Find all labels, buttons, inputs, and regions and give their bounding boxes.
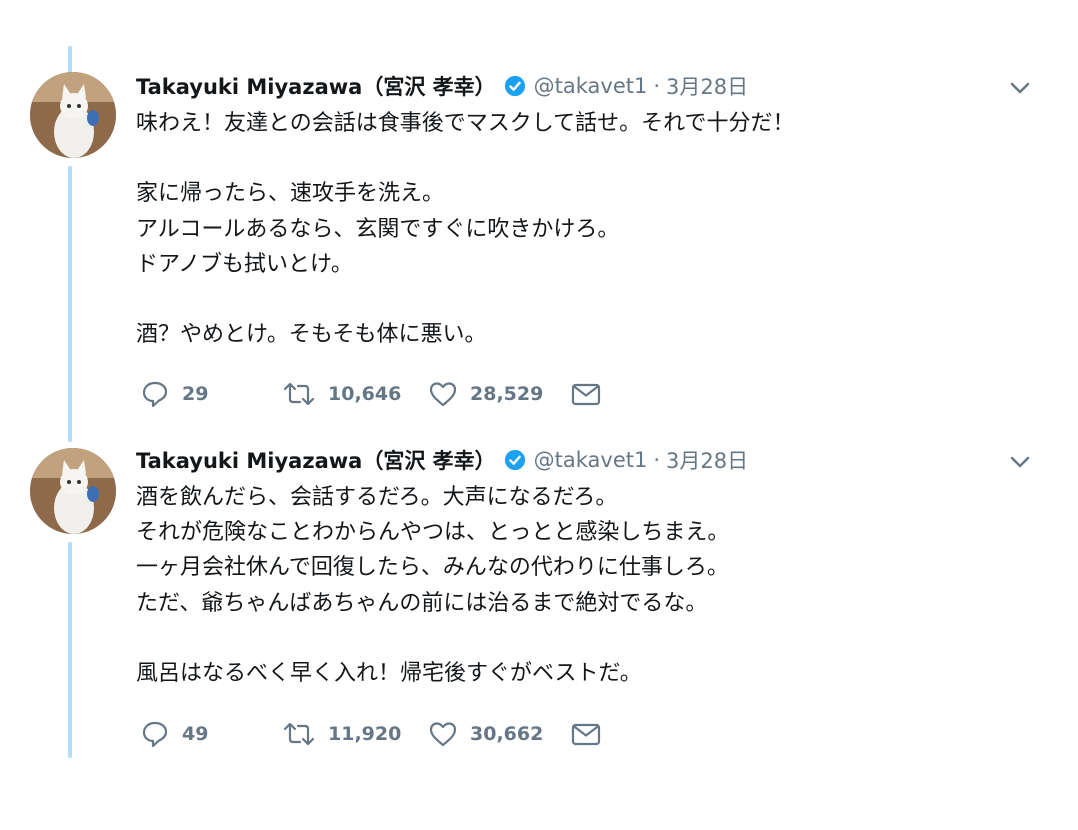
retweet-count: 11,920 bbox=[328, 723, 402, 745]
reply-count: 29 bbox=[182, 383, 209, 405]
tweet-header: Takayuki Miyazawa（宮沢 孝幸） @takavet1 · 3月2… bbox=[136, 444, 748, 476]
tweet-actions: 49 11,920 30,662 bbox=[136, 718, 756, 750]
chevron-down-icon[interactable] bbox=[1008, 80, 1032, 96]
tweet-text: 味わえ！友達との会話は食事後でマスクして話せ。それで十分だ！ 家に帰ったら、速攻… bbox=[136, 111, 795, 348]
dm-button[interactable] bbox=[570, 718, 602, 750]
avatar[interactable] bbox=[30, 72, 116, 158]
dm-button[interactable] bbox=[570, 378, 602, 410]
reply-icon bbox=[142, 721, 168, 748]
dm-icon bbox=[571, 383, 601, 406]
like-button[interactable]: 30,662 bbox=[428, 718, 543, 750]
retweet-icon bbox=[283, 722, 315, 746]
like-button[interactable]: 28,529 bbox=[428, 378, 543, 410]
like-count: 28,529 bbox=[470, 383, 544, 405]
retweet-count: 10,646 bbox=[328, 383, 402, 405]
separator-dot: · bbox=[653, 448, 661, 472]
author-handle[interactable]: @takavet1 bbox=[534, 448, 648, 472]
thread-line bbox=[68, 542, 72, 758]
thread-line bbox=[68, 46, 72, 74]
thread-line bbox=[68, 166, 72, 442]
author-handle[interactable]: @takavet1 bbox=[534, 74, 648, 98]
tweet-date[interactable]: 3月28日 bbox=[666, 445, 748, 475]
retweet-button[interactable]: 11,920 bbox=[282, 718, 401, 750]
avatar-image bbox=[30, 72, 116, 158]
like-count: 30,662 bbox=[470, 723, 544, 745]
tweet-header: Takayuki Miyazawa（宮沢 孝幸） @takavet1 · 3月2… bbox=[136, 70, 748, 102]
dm-icon bbox=[571, 723, 601, 746]
reply-button[interactable]: 29 bbox=[140, 378, 208, 410]
tweet-date[interactable]: 3月28日 bbox=[666, 71, 748, 101]
avatar[interactable] bbox=[30, 448, 116, 534]
chevron-down-icon[interactable] bbox=[1008, 454, 1032, 470]
retweet-button[interactable]: 10,646 bbox=[282, 378, 401, 410]
reply-count: 49 bbox=[182, 723, 209, 745]
verified-icon bbox=[504, 449, 525, 471]
separator-dot: · bbox=[653, 74, 661, 98]
tweet-actions: 29 10,646 28,529 bbox=[136, 378, 756, 410]
reply-icon bbox=[142, 381, 168, 408]
retweet-icon bbox=[283, 382, 315, 406]
tweet-text: 酒を飲んだら、会話するだろ。大声になるだろ。 それが危険なことわからんやつは、と… bbox=[136, 485, 730, 687]
author-name[interactable]: Takayuki Miyazawa（宮沢 孝幸） bbox=[136, 71, 496, 101]
avatar-image bbox=[30, 448, 116, 534]
like-icon bbox=[429, 382, 457, 407]
verified-icon bbox=[504, 75, 525, 97]
reply-button[interactable]: 49 bbox=[140, 718, 208, 750]
author-name[interactable]: Takayuki Miyazawa（宮沢 孝幸） bbox=[136, 445, 496, 475]
like-icon bbox=[429, 722, 457, 747]
